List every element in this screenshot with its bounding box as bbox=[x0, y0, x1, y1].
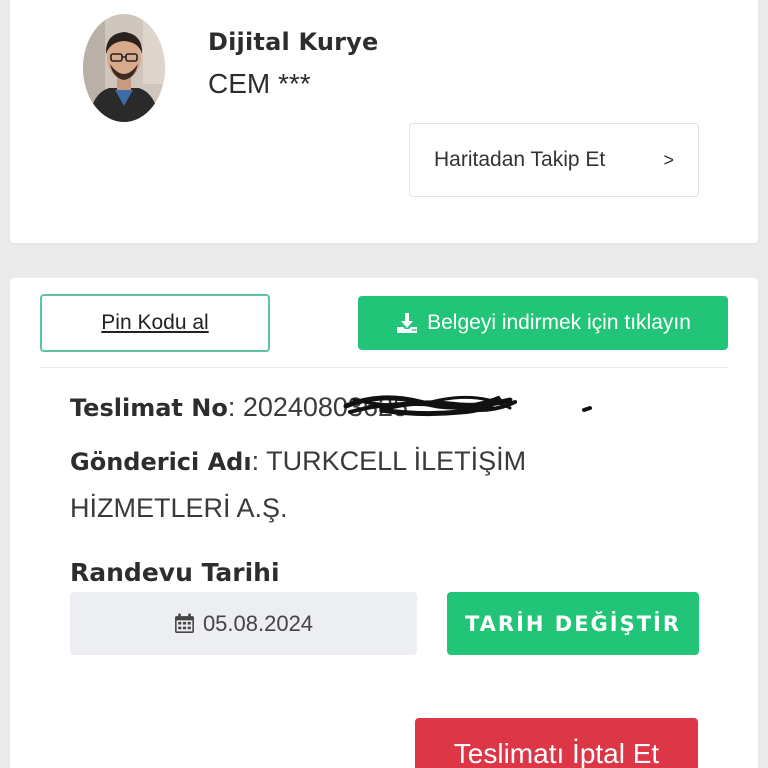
redaction-scribble bbox=[343, 395, 592, 417]
change-date-button[interactable]: TARİH DEĞİŞTİR bbox=[447, 592, 699, 655]
track-on-map-label: Haritadan Takip Et bbox=[434, 148, 606, 171]
track-on-map-button[interactable]: Haritadan Takip Et > bbox=[409, 123, 699, 197]
get-pin-code-button[interactable]: Pin Kodu al bbox=[40, 294, 270, 352]
delivery-card: Pin Kodu al Belgeyi indirmek için tıklay… bbox=[10, 278, 758, 768]
courier-avatar bbox=[83, 14, 165, 122]
courier-card: Dijital Kurye CEM *** Haritadan Takip Et… bbox=[10, 0, 758, 243]
cancel-delivery-button[interactable]: Teslimatı İptal Et bbox=[415, 718, 698, 768]
download-document-label: Belgeyi indirmek için tıklayın bbox=[427, 311, 691, 334]
chevron-right-icon: > bbox=[663, 149, 674, 170]
calendar-icon bbox=[174, 613, 194, 633]
sender-name-label: Gönderici Adı bbox=[70, 448, 252, 476]
divider bbox=[40, 367, 728, 368]
sender-name-row: Gönderici Adı: TURKCELL İLETİŞİM HİZMETL… bbox=[70, 438, 590, 531]
download-icon bbox=[397, 313, 418, 333]
courier-label: Dijital Kurye bbox=[208, 28, 379, 56]
download-document-button[interactable]: Belgeyi indirmek için tıklayın bbox=[358, 296, 728, 350]
delivery-number-label: Teslimat No bbox=[70, 394, 228, 422]
courier-photo bbox=[83, 14, 165, 122]
appointment-date-field: 05.08.2024 bbox=[70, 592, 417, 655]
appointment-date-label: Randevu Tarihi bbox=[70, 558, 280, 587]
appointment-date-value: 05.08.2024 bbox=[202, 610, 314, 636]
courier-name: CEM *** bbox=[208, 68, 311, 99]
